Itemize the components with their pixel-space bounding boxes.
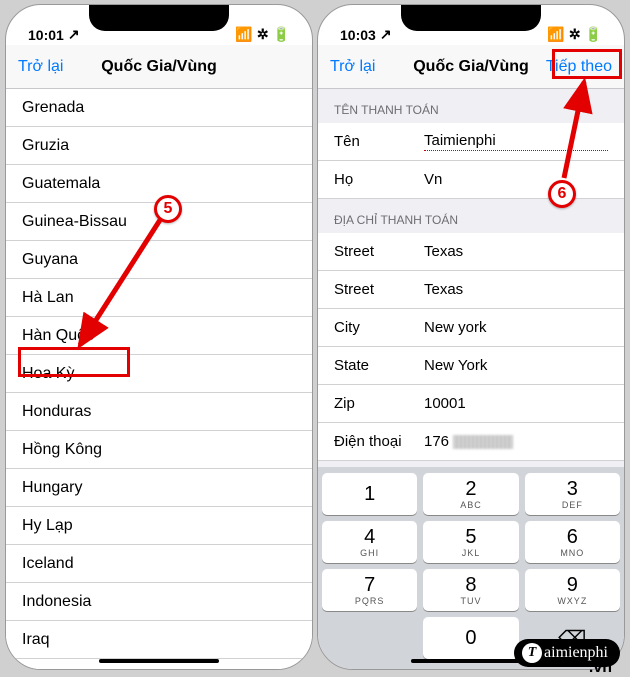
country-row[interactable]: Hy Lạp — [6, 507, 312, 545]
form-value[interactable]: Texas — [424, 281, 608, 298]
form-content: TÊN THANH TOÁN TênTaimienphiHọVn ĐỊA CHỈ… — [318, 89, 624, 467]
form-label: State — [334, 357, 424, 374]
key-4[interactable]: 4GHI — [322, 521, 417, 563]
form-label: Tên — [334, 133, 424, 150]
wifi-icon: ✲ — [569, 26, 581, 43]
signal-icon: 📶 — [235, 26, 252, 43]
form-row[interactable]: Điện thoại176 — [318, 423, 624, 461]
form-label: Street — [334, 281, 424, 298]
form-value[interactable]: Vn — [424, 171, 608, 188]
form-value[interactable]: Texas — [424, 243, 608, 260]
annotation-badge-5: 5 — [154, 195, 182, 223]
watermark-t-icon: T — [522, 643, 542, 663]
form-value[interactable]: New York — [424, 357, 608, 374]
phone-left: 10:01 ↗ 📶 ✲ 🔋 Trở lại Quốc Gia/Vùng Gren… — [5, 4, 313, 670]
key-7[interactable]: 7PQRS — [322, 569, 417, 611]
page-title: Quốc Gia/Vùng — [101, 58, 217, 76]
annotation-box-hoaky — [18, 347, 130, 377]
form-value[interactable]: New york — [424, 319, 608, 336]
notch — [401, 5, 541, 31]
annotation-box-next — [552, 49, 622, 79]
watermark-sub: .vn — [589, 659, 612, 677]
section-header-payaddr: ĐỊA CHỈ THANH TOÁN — [318, 199, 624, 233]
country-row[interactable]: Hungary — [6, 469, 312, 507]
country-list[interactable]: GrenadaGruziaGuatemalaGuinea-BissauGuyan… — [6, 89, 312, 669]
key-0[interactable]: 0 — [423, 617, 518, 659]
country-row[interactable]: Iraq — [6, 621, 312, 659]
form-row[interactable]: HọVn — [318, 161, 624, 199]
key-8[interactable]: 8TUV — [423, 569, 518, 611]
country-row[interactable]: Hồng Kông — [6, 431, 312, 469]
country-row[interactable]: Iceland — [6, 545, 312, 583]
form-row[interactable]: TênTaimienphi — [318, 123, 624, 161]
form-label: Điện thoại — [334, 433, 424, 450]
annotation-badge-6: 6 — [548, 180, 576, 208]
signal-icon: 📶 — [547, 26, 564, 43]
phone-right: 10:03 ↗ 📶 ✲ 🔋 Trở lại Quốc Gia/Vùng Tiếp… — [317, 4, 625, 670]
form-row[interactable]: Zip10001 — [318, 385, 624, 423]
country-row[interactable]: Guyana — [6, 241, 312, 279]
form-row[interactable]: StateNew York — [318, 347, 624, 385]
battery-icon: 🔋 — [585, 26, 602, 43]
back-button[interactable]: Trở lại — [330, 58, 410, 76]
country-row[interactable]: Grenada — [6, 89, 312, 127]
form-row[interactable]: StreetTexas — [318, 233, 624, 271]
key-2[interactable]: 2ABC — [423, 473, 518, 515]
form-value[interactable]: 10001 — [424, 395, 608, 412]
masked-digits — [453, 435, 513, 449]
form-row[interactable]: CityNew york — [318, 309, 624, 347]
form-value[interactable]: Taimienphi — [424, 132, 608, 151]
form-label: Zip — [334, 395, 424, 412]
back-button[interactable]: Trở lại — [18, 58, 98, 76]
country-row[interactable]: Gruzia — [6, 127, 312, 165]
location-icon: ↗ — [380, 26, 392, 43]
home-indicator[interactable] — [411, 659, 531, 663]
key-3[interactable]: 3DEF — [525, 473, 620, 515]
home-indicator[interactable] — [99, 659, 219, 663]
battery-icon: 🔋 — [273, 26, 290, 43]
country-row[interactable]: Hà Lan — [6, 279, 312, 317]
form-row[interactable]: StreetTexas — [318, 271, 624, 309]
wifi-icon: ✲ — [257, 26, 269, 43]
form-label: Họ — [334, 171, 424, 188]
status-time: 10:03 — [340, 27, 376, 43]
form-label: City — [334, 319, 424, 336]
key-5[interactable]: 5JKL — [423, 521, 518, 563]
page-title: Quốc Gia/Vùng — [413, 58, 529, 76]
location-icon: ↗ — [68, 26, 80, 43]
form-label: Street — [334, 243, 424, 260]
country-row[interactable]: Indonesia — [6, 583, 312, 621]
key-6[interactable]: 6MNO — [525, 521, 620, 563]
section-header-payname: TÊN THANH TOÁN — [318, 89, 624, 123]
nav-bar: Trở lại Quốc Gia/Vùng — [6, 45, 312, 89]
key-9[interactable]: 9WXYZ — [525, 569, 620, 611]
key-blank — [322, 617, 417, 659]
country-row[interactable]: Honduras — [6, 393, 312, 431]
notch — [89, 5, 229, 31]
key-1[interactable]: 1 — [322, 473, 417, 515]
form-value[interactable]: 176 — [424, 433, 608, 450]
status-time: 10:01 — [28, 27, 64, 43]
